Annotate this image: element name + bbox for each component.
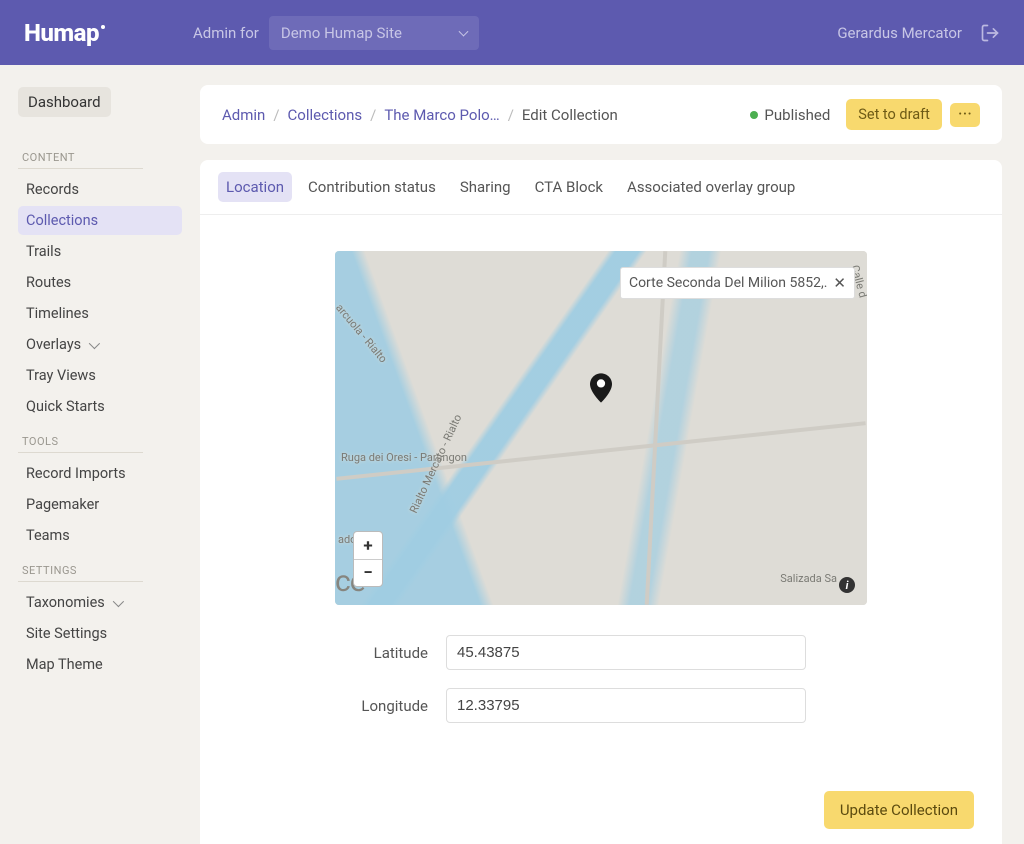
sidebar-item-collections[interactable]: Collections — [18, 206, 182, 235]
map-street-label: Ruga dei Oresi - Parangon — [341, 451, 467, 464]
tab-location[interactable]: Location — [218, 172, 292, 202]
map-search-box: Corte Seconda Del Milion 5852,. ✕ — [620, 267, 855, 299]
close-icon[interactable]: ✕ — [833, 274, 846, 292]
topbar: Humap Admin for Demo Humap Site Gerardus… — [0, 0, 1024, 65]
sidebar-section-content: CONTENT — [22, 151, 182, 164]
breadcrumb-collections[interactable]: Collections — [288, 106, 363, 124]
sidebar-item-site-settings[interactable]: Site Settings — [18, 619, 182, 648]
set-to-draft-button[interactable]: Set to draft — [846, 99, 942, 130]
main: Admin / Collections / The Marco Polo… / … — [200, 65, 1024, 844]
update-collection-button[interactable]: Update Collection — [824, 791, 974, 829]
logo[interactable]: Humap — [24, 19, 103, 47]
sidebar-item-teams[interactable]: Teams — [18, 521, 182, 550]
divider — [18, 168, 143, 169]
zoom-in-button[interactable]: + — [354, 532, 382, 559]
sidebar-item-trails[interactable]: Trails — [18, 237, 182, 266]
tabs: Location Contribution status Sharing CTA… — [200, 160, 1002, 215]
map-street-label: Salizada Sa — [780, 572, 837, 585]
more-actions-button[interactable]: ··· — [950, 103, 980, 127]
sidebar-item-records[interactable]: Records — [18, 175, 182, 204]
sidebar-item-taxonomies[interactable]: Taxonomies — [18, 588, 182, 617]
sidebar-item-pagemaker[interactable]: Pagemaker — [18, 490, 182, 519]
info-icon[interactable]: i — [839, 577, 855, 593]
map-marker-icon[interactable] — [590, 373, 612, 403]
zoom-out-button[interactable]: − — [354, 559, 382, 586]
breadcrumb-current: Edit Collection — [522, 106, 618, 124]
logout-icon[interactable] — [980, 23, 1000, 43]
chevron-down-icon — [89, 337, 100, 348]
longitude-label: Longitude — [246, 697, 446, 715]
breadcrumb: Admin / Collections / The Marco Polo… / … — [222, 106, 618, 124]
zoom-control: + − — [353, 531, 383, 587]
sidebar-item-label: Taxonomies — [26, 594, 105, 611]
tab-associated-overlay-group[interactable]: Associated overlay group — [619, 172, 803, 202]
breadcrumb-sep: / — [370, 106, 376, 124]
longitude-input[interactable] — [446, 688, 806, 723]
admin-for-label: Admin for — [193, 24, 259, 42]
sidebar-item-quick-starts[interactable]: Quick Starts — [18, 392, 182, 421]
status-dot-icon — [750, 111, 758, 119]
user-name[interactable]: Gerardus Mercator — [837, 24, 962, 42]
divider — [18, 581, 143, 582]
site-selector[interactable]: Demo Humap Site — [269, 16, 479, 50]
breadcrumb-item[interactable]: The Marco Polo… — [384, 106, 499, 124]
sidebar-item-routes[interactable]: Routes — [18, 268, 182, 297]
chevron-down-icon — [113, 595, 124, 606]
latitude-label: Latitude — [246, 644, 446, 662]
sidebar-item-record-imports[interactable]: Record Imports — [18, 459, 182, 488]
divider — [18, 452, 143, 453]
dashboard-button[interactable]: Dashboard — [18, 87, 111, 117]
latitude-input[interactable] — [446, 635, 806, 670]
content-card: Location Contribution status Sharing CTA… — [200, 160, 1002, 844]
map-search-value: Corte Seconda Del Milion 5852,. — [629, 275, 827, 291]
tab-sharing[interactable]: Sharing — [452, 172, 519, 202]
breadcrumb-admin[interactable]: Admin — [222, 106, 265, 124]
sidebar-item-timelines[interactable]: Timelines — [18, 299, 182, 328]
sidebar: Dashboard CONTENT Records Collections Tr… — [0, 65, 200, 844]
tab-cta-block[interactable]: CTA Block — [527, 172, 611, 202]
map[interactable]: arcuola - Rialto Ruga dei Oresi - Parang… — [335, 251, 867, 605]
site-selector-value: Demo Humap Site — [281, 24, 402, 42]
page-header: Admin / Collections / The Marco Polo… / … — [200, 85, 1002, 144]
breadcrumb-sep: / — [273, 106, 279, 124]
status-label: Published — [764, 106, 830, 124]
sidebar-item-tray-views[interactable]: Tray Views — [18, 361, 182, 390]
sidebar-item-map-theme[interactable]: Map Theme — [18, 650, 182, 679]
sidebar-section-tools: TOOLS — [22, 435, 182, 448]
tab-contribution-status[interactable]: Contribution status — [300, 172, 444, 202]
breadcrumb-sep: / — [508, 106, 514, 124]
map-canvas — [335, 251, 867, 605]
sidebar-section-settings: SETTINGS — [22, 564, 182, 577]
sidebar-item-label: Overlays — [26, 336, 81, 353]
sidebar-item-overlays[interactable]: Overlays — [18, 330, 182, 359]
